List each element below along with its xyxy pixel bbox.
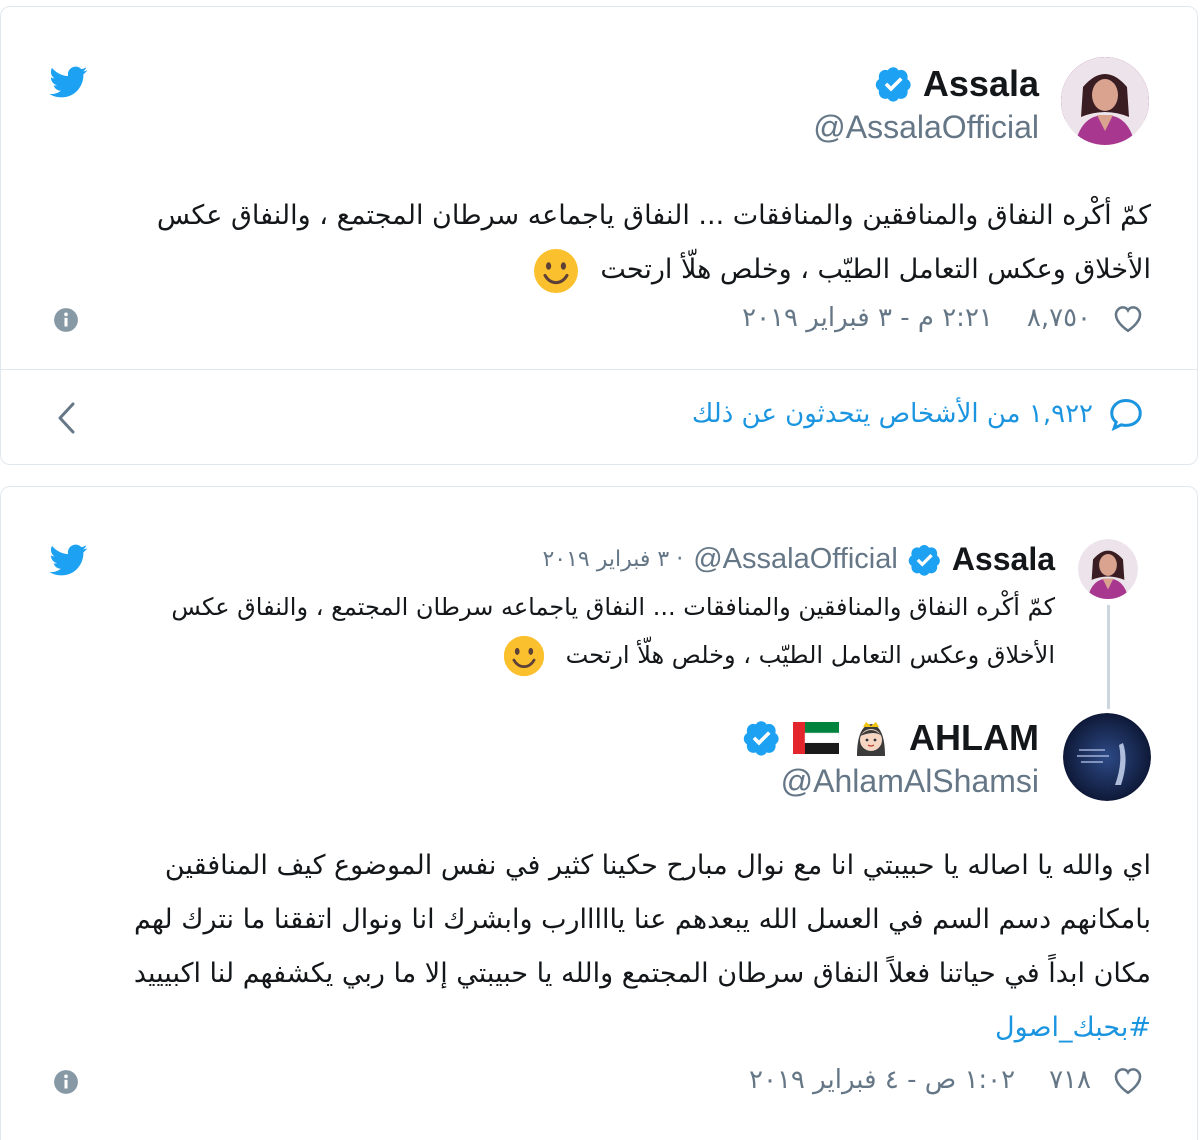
like-count[interactable]: ٧١٨ <box>1049 1065 1091 1095</box>
tweet-text: كمّ أكْره النفاق والمنافقين والمنافقات .… <box>71 189 1151 297</box>
tweet-meta: ٧١٨ ١:٠٢ ص - ٤ فبراير ٢٠١٩ <box>749 1063 1145 1097</box>
tweet-text-line: مكان ابداً في حياتنا فعلاً النفاق سرطان … <box>133 958 1151 989</box>
tweet-timestamp[interactable]: ٢:٢١ م - ٣ فبراير ٢٠١٩ <box>742 303 993 333</box>
person-emoji-icon <box>857 722 886 756</box>
conversation-count[interactable]: ١,٩٢٢ من الأشخاص يتحدثون عن ذلك <box>692 399 1093 429</box>
reply-bubble-icon <box>1110 399 1142 432</box>
author-handle[interactable]: @AssalaOfficial <box>813 109 1039 146</box>
thread-connector-line <box>1107 605 1110 709</box>
twitter-bird-icon[interactable] <box>47 63 91 101</box>
tweet-text-line: بامكانهم دسم السم في العسل الله يبعدهم ع… <box>133 904 1151 935</box>
tweet-text-line: كمّ أكْره النفاق والمنافقين والمنافقات .… <box>156 200 1151 231</box>
info-icon[interactable] <box>53 307 79 333</box>
quoted-date[interactable]: · ٣ فبراير ٢٠١٩ <box>542 547 683 572</box>
verified-badge-icon <box>743 719 781 757</box>
info-icon[interactable] <box>53 1069 79 1095</box>
quoted-text-line-with-emoji: الأخلاق وعكس التعامل الطيّب ، وخلص هلّأ … <box>115 631 1055 679</box>
tweet-card-ahlam: · ٣ فبراير ٢٠١٩ @AssalaOfficial Assala ك… <box>0 486 1198 1140</box>
uae-flag-icon <box>793 722 840 754</box>
tweet-text-line-with-emoji: الأخلاق وعكس التعامل الطيّب ، وخلص هلّأ … <box>71 243 1151 297</box>
tweet-text: اي والله يا اصاله يا حبيبتي انا مع نوال … <box>31 839 1151 1055</box>
conversation-link[interactable]: ١,٩٢٢ من الأشخاص يتحدثون عن ذلك <box>692 395 1145 433</box>
author-handle[interactable]: @AhlamAlShamsi <box>781 763 1039 800</box>
avatar[interactable] <box>1078 539 1138 599</box>
smile-emoji-icon <box>502 634 546 678</box>
twitter-bird-icon[interactable] <box>47 541 91 579</box>
author-name-row: Assala <box>875 63 1039 105</box>
author-name[interactable]: Assala <box>923 63 1039 105</box>
tweet-text-line: الأخلاق وعكس التعامل الطيّب ، وخلص هلّأ … <box>600 254 1151 285</box>
heart-icon[interactable] <box>1111 1063 1145 1097</box>
verified-badge-icon <box>908 543 942 577</box>
avatar[interactable] <box>1063 713 1151 801</box>
tweet-meta: ٨,٧٥٠ ٢:٢١ م - ٣ فبراير ٢٠١٩ <box>742 301 1145 335</box>
divider <box>1 369 1197 370</box>
avatar[interactable] <box>1061 57 1149 145</box>
author-name-row: AHLAM <box>743 717 1039 759</box>
quoted-author-handle[interactable]: @AssalaOfficial <box>693 543 898 576</box>
tweet-timestamp[interactable]: ١:٠٢ ص - ٤ فبراير ٢٠١٩ <box>749 1065 1015 1095</box>
chevron-left-icon[interactable] <box>53 400 79 436</box>
like-count[interactable]: ٨,٧٥٠ <box>1027 303 1091 333</box>
quoted-text-line: الأخلاق وعكس التعامل الطيّب ، وخلص هلّأ … <box>565 641 1055 669</box>
tweet-text-line: اي والله يا اصاله يا حبيبتي انا مع نوال … <box>164 850 1151 881</box>
quoted-text-line: كمّ أكْره النفاق والمنافقين والمنافقات .… <box>171 593 1055 621</box>
quoted-tweet-text: كمّ أكْره النفاق والمنافقين والمنافقات .… <box>115 583 1055 679</box>
heart-icon[interactable] <box>1111 301 1145 335</box>
quoted-author-row: · ٣ فبراير ٢٠١٩ @AssalaOfficial Assala <box>542 541 1055 578</box>
quoted-author-name[interactable]: Assala <box>952 541 1055 578</box>
smile-emoji-icon <box>532 247 580 295</box>
hashtag-link[interactable]: #بحبك_اصول <box>31 1001 1151 1055</box>
author-name[interactable]: AHLAM <box>909 717 1039 759</box>
tweet-card-assala: Assala @AssalaOfficial كمّ أكْره النفاق … <box>0 6 1198 465</box>
verified-badge-icon <box>875 65 913 103</box>
